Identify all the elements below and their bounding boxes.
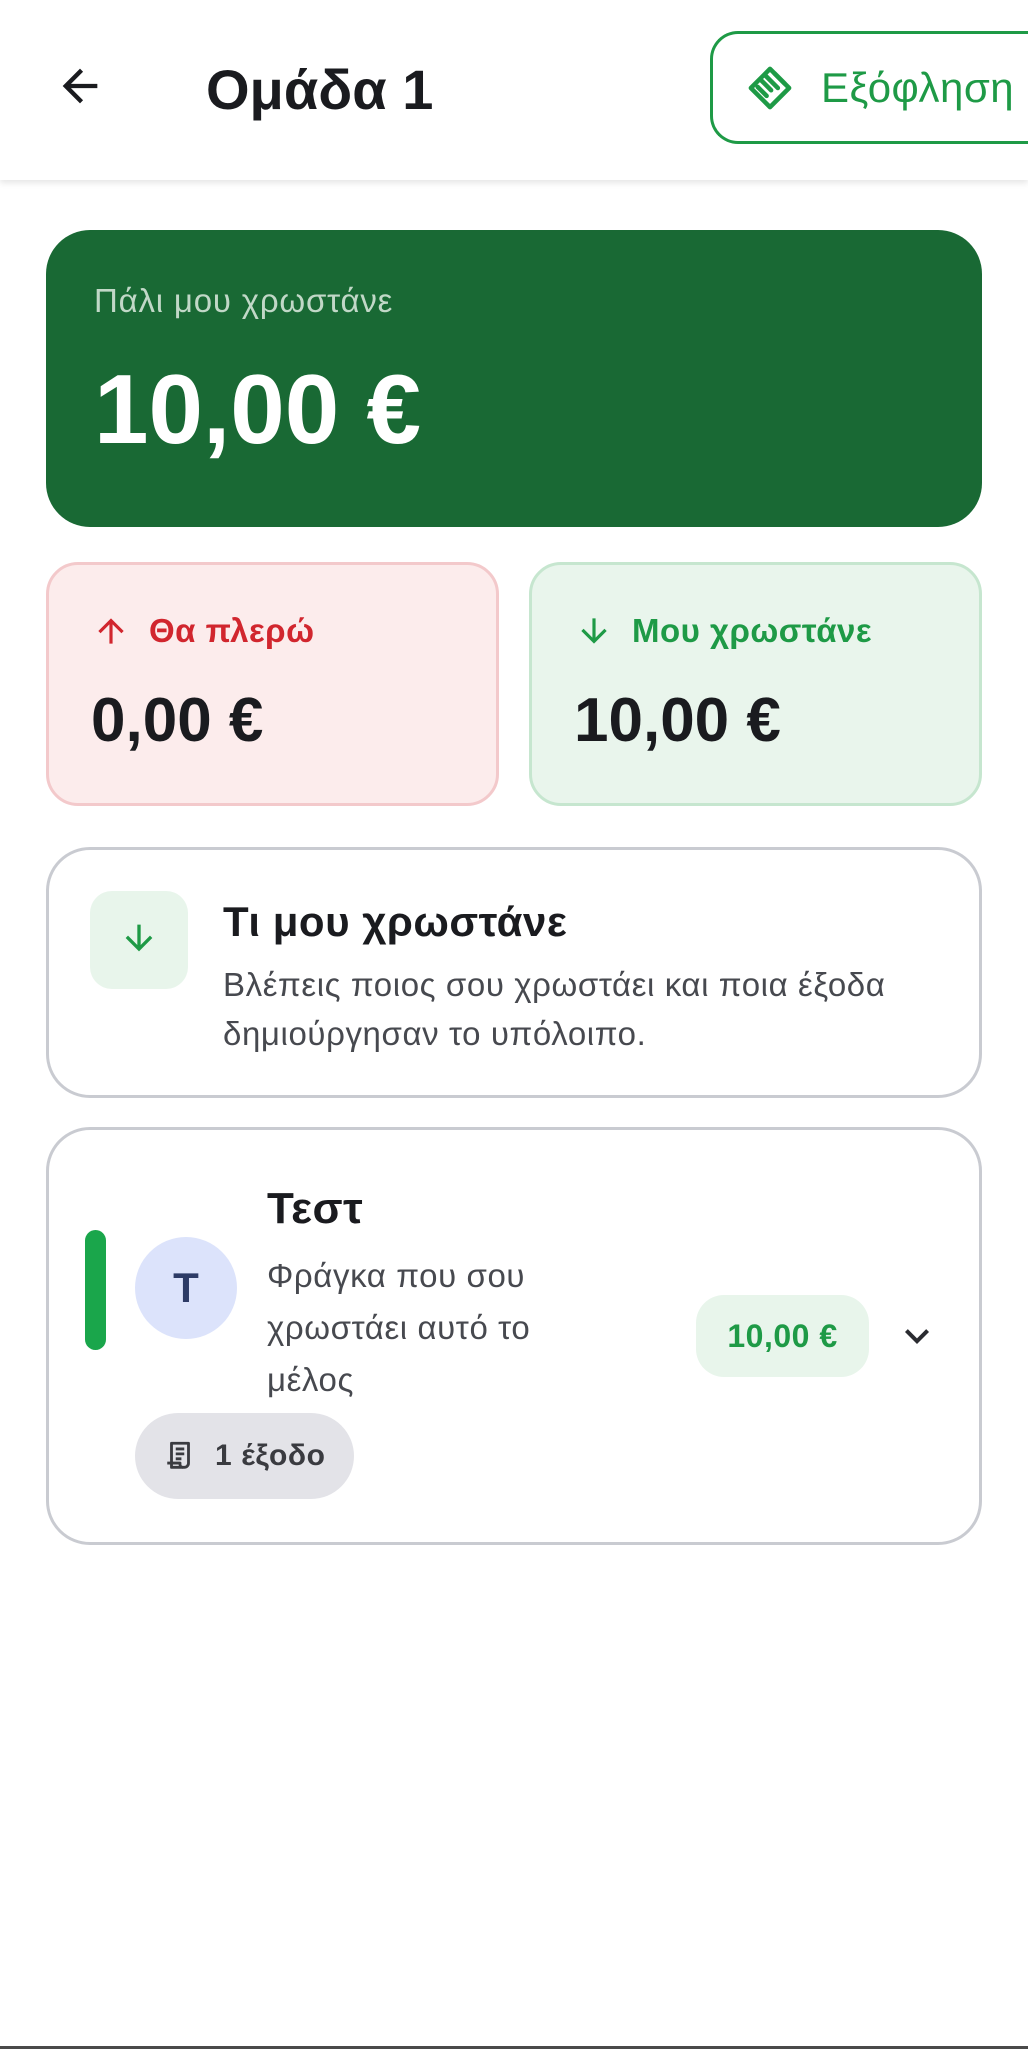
info-icon-box	[90, 891, 188, 989]
chevron-down-icon	[893, 1312, 941, 1365]
info-description: Βλέπεις ποιος σου χρωστάει και ποια έξοδ…	[223, 966, 886, 1052]
page-title: Ομάδα 1	[206, 58, 434, 121]
avatar: T	[135, 1237, 237, 1339]
owed-to-me-header: Μου χρωστάνε	[574, 611, 937, 651]
will-pay-header: Θα πλερώ	[91, 611, 454, 651]
balance-card: Πάλι μου χρωστάνε 10,00 €	[46, 230, 982, 527]
will-pay-amount: 0,00 €	[91, 686, 264, 755]
top-app-bar: Ομάδα 1 Εξόφληση	[0, 0, 1028, 180]
arrow-left-icon	[54, 60, 106, 117]
member-name: Τεστ	[267, 1184, 364, 1233]
receipt-icon	[163, 1438, 197, 1474]
owed-to-me-card[interactable]: Μου χρωστάνε 10,00 €	[529, 562, 982, 806]
member-amount-badge: 10,00 €	[696, 1295, 869, 1377]
will-pay-label: Θα πλερώ	[149, 612, 315, 649]
member-card[interactable]: T Τεστ Φράγκα που σου χρωστάει αυτό το μ…	[46, 1127, 982, 1545]
expand-button[interactable]	[887, 1308, 947, 1368]
info-title: Τι μου χρωστάνε	[223, 898, 568, 945]
owed-to-me-amount: 10,00 €	[574, 686, 781, 755]
arrow-up-icon	[91, 611, 131, 651]
will-pay-card[interactable]: Θα πλερώ 0,00 €	[46, 562, 499, 806]
back-button[interactable]	[44, 52, 116, 124]
balance-caption: Πάλι μου χρωστάνε	[94, 282, 394, 319]
info-card: Τι μου χρωστάνε Βλέπεις ποιος σου χρωστά…	[46, 847, 982, 1098]
member-description: Φράγκα που σου χρωστάει αυτό το μέλος	[267, 1257, 531, 1398]
owed-to-me-label: Μου χρωστάνε	[632, 612, 872, 649]
balance-amount: 10,00 €	[94, 354, 421, 464]
handshake-icon	[743, 61, 797, 115]
settle-button-label: Εξόφληση	[821, 63, 1015, 111]
arrow-down-icon	[574, 611, 614, 651]
group-balance-screen: Ομάδα 1 Εξόφληση Πάλι μου χρωστάνε 10,00…	[0, 0, 1028, 2049]
settle-button[interactable]: Εξόφληση	[710, 31, 1028, 144]
member-status-bar	[85, 1230, 106, 1350]
expense-count-chip[interactable]: 1 έξοδο	[135, 1413, 354, 1499]
expense-count-label: 1 έξοδο	[215, 1439, 326, 1472]
arrow-down-icon	[119, 918, 159, 963]
